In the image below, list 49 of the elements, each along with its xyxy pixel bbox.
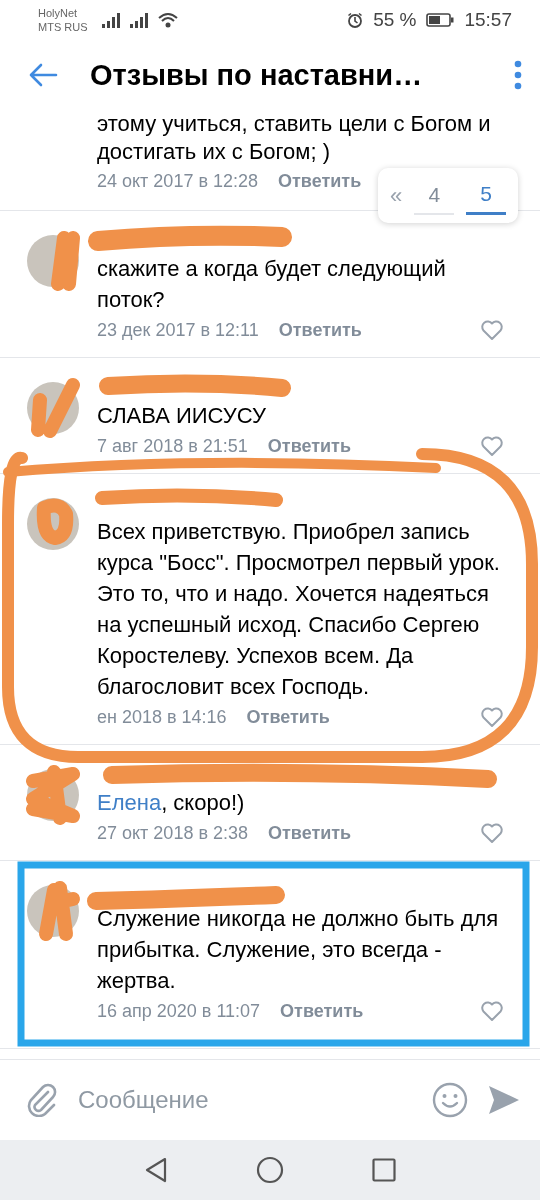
comment-date: 24 окт 2017 в 12:28 <box>97 170 258 192</box>
reply-link[interactable]: Ответить <box>278 319 362 341</box>
page-title: Отзывы по наставни… <box>90 58 424 92</box>
back-icon[interactable] <box>144 1157 168 1183</box>
avatar[interactable] <box>24 879 82 943</box>
attach-icon[interactable] <box>26 1083 58 1117</box>
back-arrow-icon[interactable] <box>28 63 58 87</box>
avatar[interactable] <box>24 229 82 293</box>
like-icon[interactable] <box>480 1000 504 1022</box>
comment-date: 16 апр 2020 в 11:07 <box>97 1000 261 1022</box>
like-icon[interactable] <box>480 319 504 341</box>
carrier-name: MTS RUS <box>38 20 88 34</box>
clock-time: 15:57 <box>464 9 512 31</box>
reply-link[interactable]: Ответить <box>246 706 330 728</box>
avatar[interactable] <box>24 763 82 827</box>
comment-date: ен 2018 в 14:16 <box>97 706 227 728</box>
comment-date: 7 авг 2018 в 21:51 <box>97 435 248 457</box>
like-icon[interactable] <box>480 822 504 844</box>
wifi-icon <box>157 12 178 28</box>
page-button[interactable]: 5 <box>466 176 506 215</box>
send-icon[interactable] <box>488 1085 520 1115</box>
alarm-icon <box>347 12 364 28</box>
signal-icon <box>129 12 148 28</box>
battery-percent: 55 % <box>373 9 417 31</box>
comment-text: этому учиться, ставить цели с Богом и достигать их с Богом; ) <box>97 110 492 166</box>
comment-date: 27 окт 2018 в 2:38 <box>97 822 248 844</box>
page-button[interactable]: 4 <box>414 176 455 215</box>
reply-link[interactable]: Ответить <box>267 435 351 457</box>
recents-icon[interactable] <box>372 1158 396 1182</box>
avatar[interactable] <box>24 376 82 440</box>
mention-link[interactable]: Елена <box>97 790 162 815</box>
reply-link[interactable]: Ответить <box>280 1000 364 1022</box>
like-icon[interactable] <box>480 706 504 728</box>
reply-link[interactable]: Ответить <box>268 822 352 844</box>
reply-link[interactable]: Ответить <box>278 170 362 192</box>
home-icon[interactable] <box>256 1156 284 1184</box>
first-page-button[interactable]: « <box>390 182 403 209</box>
battery-icon <box>426 13 455 27</box>
comment-text: скажите а когда будет следующий поток? <box>97 255 447 314</box>
comment-date: 23 дек 2017 в 12:11 <box>97 319 259 341</box>
comment-text: Служение никогда не должно быть для прибытка. Служение, это всегда - жертва. <box>97 905 500 995</box>
comment-text: Всех приветствую. Приобрел запись курса "Босс". Просмотрел первый урок. Это то, что и надо. Хочется надеяться на успешный исход. Спасибо Сергею Коростелеву. Успехов всем. Да благословит всех Господь. <box>97 518 501 701</box>
emoji-icon[interactable] <box>432 1082 468 1118</box>
comment-text: СЛАВА ИИСУСУ <box>97 402 267 430</box>
like-icon[interactable] <box>480 435 504 457</box>
signal-icon <box>101 12 120 28</box>
comment-text: Елена, скоро!) <box>97 789 246 817</box>
carrier-name: HolyNet <box>38 6 79 20</box>
more-menu-icon[interactable] <box>514 60 522 90</box>
